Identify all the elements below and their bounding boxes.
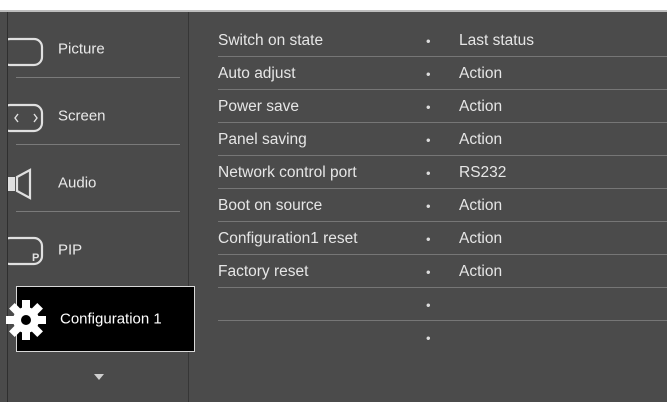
sidebar-item-audio[interactable]: Audio <box>8 154 188 212</box>
setting-row-empty: • <box>188 321 667 354</box>
setting-value: Action <box>459 97 503 115</box>
bullet: • <box>426 198 431 213</box>
setting-name: Network control port <box>218 163 357 181</box>
setting-value: Action <box>459 262 503 280</box>
bullet: • <box>426 66 431 81</box>
setting-value: Action <box>459 229 503 247</box>
sidebar-item-picture[interactable]: Picture <box>0 20 188 78</box>
setting-value: Last status <box>459 31 534 49</box>
setting-value: Action <box>459 196 503 214</box>
setting-name: Panel saving <box>218 130 307 148</box>
setting-row-network-control-port[interactable]: Network control port • RS232 <box>188 156 667 189</box>
setting-name: Boot on source <box>218 196 323 214</box>
setting-name: Switch on state <box>218 31 324 49</box>
setting-name: Factory reset <box>218 262 309 280</box>
setting-row-empty: • <box>188 288 667 321</box>
screen-icon <box>0 103 48 137</box>
bullet: • <box>426 33 431 48</box>
setting-name: Auto adjust <box>218 64 296 82</box>
sidebar-item-configuration-1[interactable]: Configuration 1 <box>6 286 195 352</box>
setting-row-switch-on-state[interactable]: Switch on state • Last status <box>188 24 667 57</box>
setting-row-boot-on-source[interactable]: Boot on source • Action <box>188 189 667 222</box>
pip-icon: P <box>0 236 48 272</box>
sidebar-menu: Picture Screen Audio P PIP Configuration… <box>0 12 195 402</box>
svg-text:P: P <box>32 252 39 264</box>
setting-value: Action <box>459 64 503 82</box>
divider <box>16 77 180 78</box>
picture-icon <box>0 37 46 71</box>
settings-list: Switch on state • Last status Auto adjus… <box>188 12 667 402</box>
divider <box>16 211 180 212</box>
bullet: • <box>426 297 431 312</box>
chevron-down-icon[interactable] <box>94 374 104 380</box>
sidebar-item-screen[interactable]: Screen <box>0 87 188 145</box>
setting-row-auto-adjust[interactable]: Auto adjust • Action <box>188 57 667 90</box>
sidebar-item-label: Configuration 1 <box>60 310 162 328</box>
sidebar-item-pip[interactable]: P PIP <box>0 221 188 279</box>
setting-row-power-save[interactable]: Power save • Action <box>188 90 667 123</box>
speaker-icon <box>8 168 48 204</box>
osd-menu: Picture Screen Audio P PIP Configuration… <box>0 10 667 402</box>
setting-row-panel-saving[interactable]: Panel saving • Action <box>188 123 667 156</box>
setting-row-factory-reset[interactable]: Factory reset • Action <box>188 255 667 288</box>
sidebar-item-label: Audio <box>58 174 97 192</box>
sidebar-item-label: Picture <box>58 40 105 58</box>
bullet: • <box>426 264 431 279</box>
setting-value: Action <box>459 130 503 148</box>
gear-icon <box>5 299 47 345</box>
sidebar-item-label: PIP <box>58 241 83 259</box>
setting-value: RS232 <box>459 163 507 181</box>
setting-name: Configuration1 reset <box>218 229 358 247</box>
bullet: • <box>426 99 431 114</box>
setting-name: Power save <box>218 97 299 115</box>
divider <box>16 144 180 145</box>
bullet: • <box>426 231 431 246</box>
bullet: • <box>426 132 431 147</box>
sidebar-item-label: Screen <box>58 107 106 125</box>
bullet: • <box>426 165 431 180</box>
bullet: • <box>426 330 431 345</box>
setting-row-configuration1-reset[interactable]: Configuration1 reset • Action <box>188 222 667 255</box>
